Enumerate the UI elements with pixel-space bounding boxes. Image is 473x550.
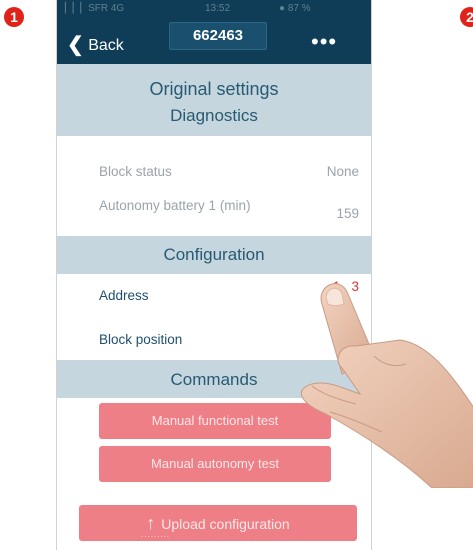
pointing-hand-illustration [300, 283, 473, 488]
block-status-label: Block status [99, 164, 172, 179]
back-button[interactable]: ❮ Back [67, 31, 124, 56]
carrier-signal: ▏▏▏SFR 4G [65, 3, 125, 14]
block-position-label: Block position [99, 332, 183, 347]
address-label: Address [99, 288, 149, 303]
upload-dots-decoration: ......... [141, 530, 171, 539]
block-status-value: None [326, 164, 359, 179]
autonomy-battery-label: Autonomy battery 1 (min) [99, 198, 251, 213]
device-id-title: 662463 [169, 22, 267, 50]
upload-label: Upload configuration [161, 516, 290, 532]
battery-indicator: ● 87 % [279, 3, 311, 14]
nav-bar: ❮ Back 662463 ••• [57, 18, 371, 64]
more-options-icon[interactable]: ••• [311, 29, 337, 55]
status-bar: ▏▏▏SFR 4G 13:52 ● 87 % [57, 0, 371, 18]
upload-configuration-button[interactable]: ↑ Upload configuration ......... [79, 505, 357, 541]
page-title: Original settings [57, 64, 371, 102]
step-1-badge: 1 [4, 7, 24, 27]
back-label: Back [88, 37, 124, 54]
status-time: 13:52 [205, 3, 231, 14]
autonomy-battery-value: 159 [336, 206, 359, 221]
chevron-left-icon: ❮ [67, 34, 84, 56]
step-2-badge: 2 [460, 7, 473, 27]
diagnostics-header: Diagnostics [57, 102, 371, 136]
